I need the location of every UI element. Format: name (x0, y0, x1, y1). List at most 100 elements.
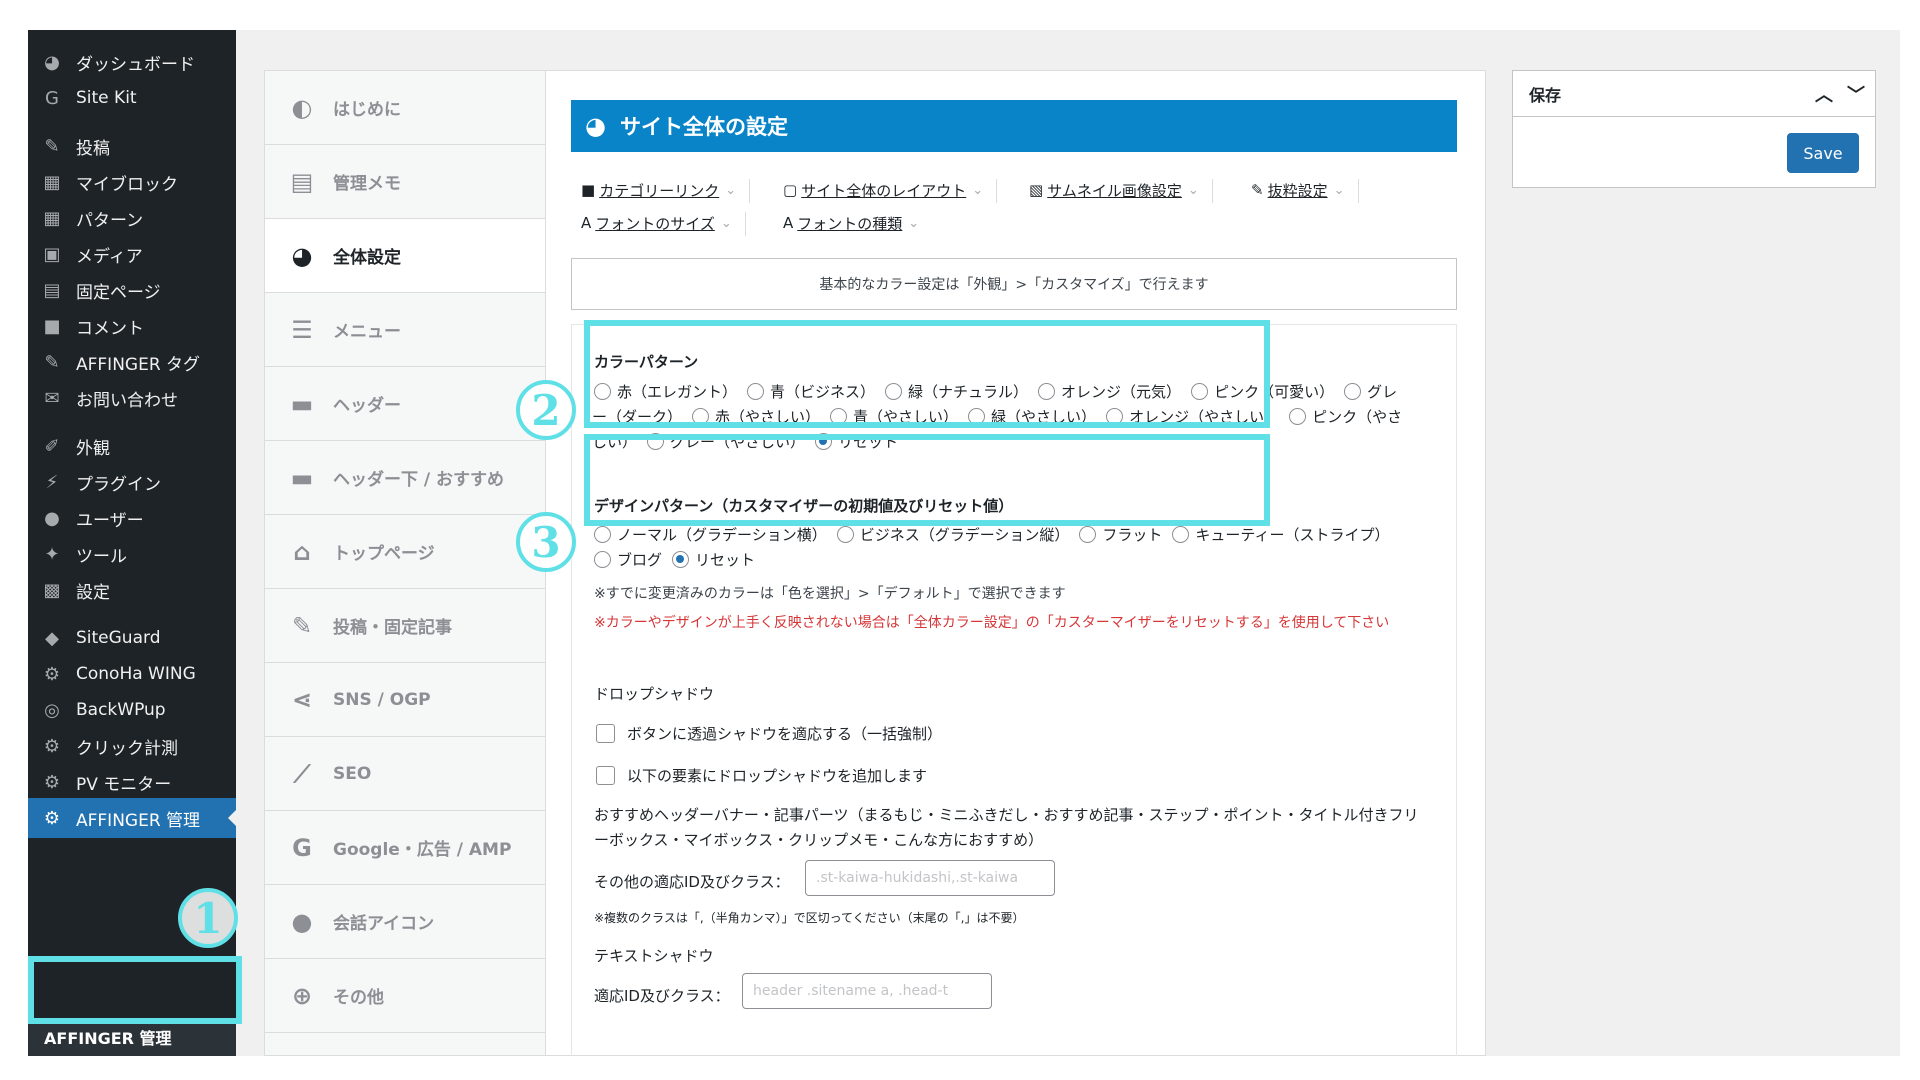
beginner-leaf-icon: ◐ (291, 93, 313, 122)
affinger-nav-item[interactable]: G Google・広告 / AMP (265, 811, 545, 885)
radio-button[interactable] (1344, 383, 1362, 400)
affinger-nav-label: ヘッダー下 / おすすめ (333, 470, 505, 490)
wp-menu-item[interactable]: ▦ パターン (28, 198, 236, 238)
affinger-nav-item[interactable]: ⋖ SNS / OGP (265, 663, 545, 737)
wp-menu-item[interactable]: ◕ ダッシュボード (28, 42, 236, 82)
wp-menu-label: マイブロック (76, 174, 178, 195)
radio-option[interactable]: ビジネス（グラデーション縦） (835, 526, 1078, 544)
wp-menu-item[interactable]: ⚙ PV モニター (28, 762, 236, 802)
subnav-link[interactable]: ▢ サイト全体のレイアウト ⌄ (783, 179, 998, 203)
affinger-nav-label: 管理メモ (333, 174, 401, 194)
radio-label: キューティー（ストライプ） (1195, 526, 1390, 544)
comma-separator-hint: ※複数のクラスは「,（半角カンマ）」で区切ってください（末尾の「,」は不要） (594, 911, 1025, 925)
wp-menu-item[interactable]: ✎ AFFINGER タグ (28, 342, 236, 382)
gear-icon: ⚙ (43, 807, 61, 829)
button-shadow-option[interactable]: ボタンに透過シャドウを適応する（一括強制） (596, 723, 942, 744)
image-icon: ▧ (1029, 181, 1044, 199)
wp-menu-item[interactable]: ■ コメント (28, 306, 236, 346)
excerpt-icon: ✎ (1251, 181, 1264, 199)
button-shadow-checkbox[interactable] (596, 724, 615, 743)
element-shadow-checkbox[interactable] (596, 766, 615, 785)
affinger-nav-item[interactable]: ☰ メニュー (265, 293, 545, 367)
pushpin-icon: ✎ (44, 135, 60, 157)
page-title: サイト全体の設定 (619, 115, 788, 139)
other-id-class-input[interactable]: .st-kaiwa-hukidashi,.st-kaiwa (805, 860, 1055, 896)
wp-menu-item[interactable]: ▩ 設定 (28, 570, 236, 610)
affinger-nav-item[interactable]: ▬ ヘッダー (265, 367, 545, 441)
siteguard-icon: ◆ (45, 627, 59, 649)
radio-option[interactable]: ブログ (592, 551, 670, 569)
wp-menu-item[interactable]: ⚙ クリック計測 (28, 726, 236, 766)
chart-line-icon: ⟋ (293, 759, 311, 788)
text-shadow-id-input[interactable]: header .sitename a, .head-t (742, 973, 992, 1009)
radio-button[interactable] (1289, 408, 1307, 425)
radio-option[interactable]: ノーマル（グラデーション横） (592, 526, 835, 544)
wp-menu-item[interactable]: ✦ ツール (28, 534, 236, 574)
radio-button[interactable] (836, 526, 854, 543)
step-badge-1: 1 (178, 888, 238, 948)
wp-menu-item[interactable]: ◎ BackWPup (28, 690, 236, 730)
gear-icon: ⚙ (43, 735, 61, 757)
wp-menu-item[interactable]: ✉ お問い合わせ (28, 378, 236, 418)
affinger-nav-item[interactable]: ▬ ヘッダー下 / おすすめ (265, 441, 545, 515)
element-shadow-label: 以下の要素にドロップシャドウを追加します (627, 767, 928, 785)
element-shadow-option[interactable]: 以下の要素にドロップシャドウを追加します (596, 765, 927, 786)
radio-button[interactable] (1079, 526, 1097, 543)
wp-menu-item[interactable]: ▦ マイブロック (28, 162, 236, 202)
chevron-up-icon[interactable]: ︿ (1815, 81, 1833, 107)
radio-button[interactable] (594, 526, 611, 543)
radio-button[interactable] (672, 551, 690, 568)
wp-menu-label: プラグイン (76, 474, 161, 495)
affinger-nav-item[interactable]: ◐ はじめに (265, 71, 545, 145)
wp-menu-item[interactable]: ⚙ AFFINGER 管理 (28, 798, 236, 838)
page-title-bar: ◕ サイト全体の設定 (571, 100, 1457, 152)
home-icon: ⌂ (293, 537, 311, 566)
radio-option[interactable]: フラット (1077, 526, 1170, 544)
affinger-nav-label: SNS / OGP (333, 689, 431, 710)
affinger-nav-item[interactable]: ▤ 管理メモ (265, 145, 545, 219)
font-a-icon: A (783, 214, 794, 232)
wp-menu-item[interactable]: ▤ 固定ページ (28, 270, 236, 310)
edit-post-icon: ✎ (291, 611, 313, 640)
subnav-link[interactable]: ✎ 抜粋設定 ⌄ (1251, 179, 1359, 203)
settings-main-panel: ◕ サイト全体の設定 ■ カテゴリーリンク ⌄ ▢ サイト全体のレイアウト ⌄ ▧ サムネイル… (546, 70, 1486, 1056)
palette-icon: ◕ (291, 241, 313, 270)
wp-menu-item[interactable]: G Site Kit (28, 78, 236, 118)
affinger-nav-item[interactable]: ● 会話アイコン (265, 885, 545, 959)
affinger-nav-item[interactable]: ⊕ その他 (265, 959, 545, 1033)
wp-menu-item[interactable]: ✐ 外観 (28, 426, 236, 466)
subnav-link[interactable]: A フォントの種類 ⌄ (783, 212, 919, 234)
wp-menu-item[interactable]: ⚙ ConoHa WING (28, 654, 236, 694)
subnav-label: フォントのサイズ (595, 214, 715, 233)
wp-menu-label: 設定 (76, 582, 110, 603)
affinger-nav-item[interactable]: ✎ 投稿・固定記事 (265, 589, 545, 663)
radio-button[interactable] (594, 551, 611, 568)
chevron-down-icon[interactable]: ﹀ (1847, 81, 1865, 107)
text-shadow-heading: テキストシャドウ (594, 947, 714, 965)
radio-button[interactable] (1172, 526, 1190, 543)
wp-menu-item[interactable]: ◆ SiteGuard (28, 618, 236, 658)
plugin-icon: ⚡ (45, 471, 59, 493)
settings-subnav: ■ カテゴリーリンク ⌄ ▢ サイト全体のレイアウト ⌄ ▧ サムネイル画像設定 ⌄ ✎ 抜粋設定 ⌄… (571, 169, 1457, 239)
subnav-label: サムネイル画像設定 (1047, 181, 1182, 200)
font-a-icon: A (581, 214, 592, 232)
wp-menu-label: ダッシュボード (76, 54, 195, 75)
wp-menu-item[interactable]: ⚡ プラグイン (28, 462, 236, 502)
subnav-link[interactable]: ▧ サムネイル画像設定 ⌄ (1029, 179, 1213, 203)
subnav-link[interactable]: ■ カテゴリーリンク ⌄ (581, 179, 751, 203)
wp-menu-item[interactable]: ● ユーザー (28, 498, 236, 538)
wp-menu-item[interactable]: ▣ メディア (28, 234, 236, 274)
affinger-nav-item[interactable]: ◕ 全体設定 (265, 219, 545, 293)
radio-option[interactable]: リセット (670, 551, 763, 569)
affinger-nav-item[interactable]: ⌂ トップページ (265, 515, 545, 589)
save-button[interactable]: Save (1787, 133, 1859, 173)
subnav-link[interactable]: A フォントのサイズ ⌄ (581, 212, 746, 236)
affinger-nav-item[interactable]: ⟋ SEO (265, 737, 545, 811)
wp-menu-label: 投稿 (76, 138, 110, 159)
radio-option[interactable]: キューティー（ストライプ） (1170, 526, 1397, 544)
pushpin-icon: ✎ (44, 351, 60, 373)
subnav-label: カテゴリーリンク (599, 181, 720, 200)
wp-menu-item[interactable]: ✎ 投稿 (28, 126, 236, 166)
customizer-notice: 基本的なカラー設定は「外観」>「カスタマイズ」で行えます (571, 258, 1457, 310)
affinger-nav-label: ヘッダー (333, 396, 401, 416)
